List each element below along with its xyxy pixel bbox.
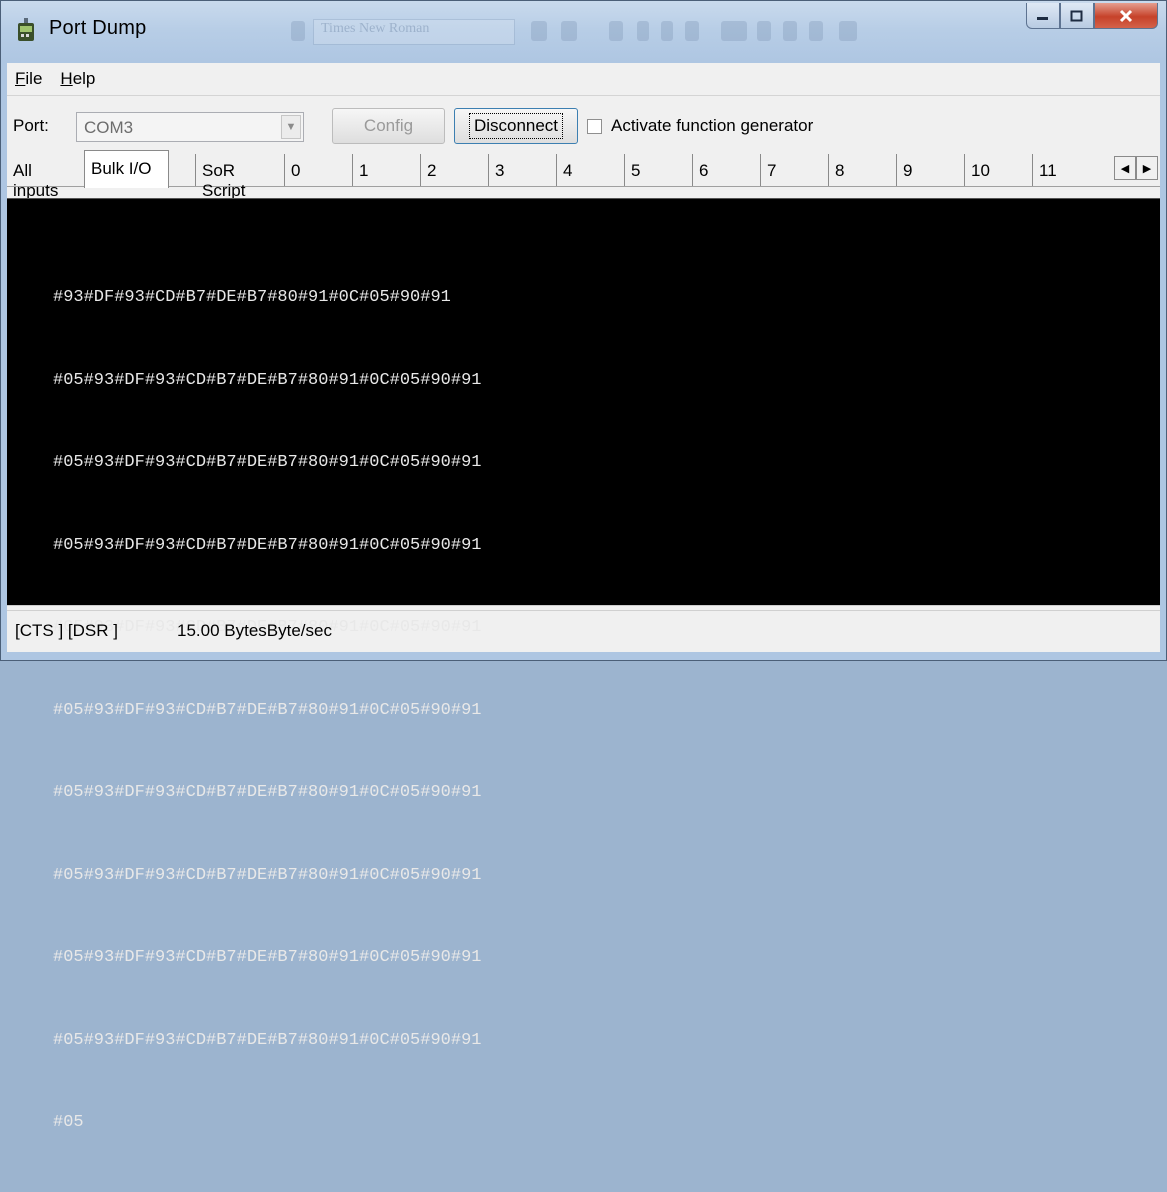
client-area: Port: COM3 ▼ Config Disconnect Activate … <box>7 96 1160 1132</box>
disconnect-button[interactable]: Disconnect <box>454 108 578 144</box>
bulk-io-output[interactable]: #93#DF#93#CD#B7#DE#B7#80#91#0C#05#90#91 … <box>7 198 1160 1132</box>
app-icon <box>15 17 37 43</box>
tab-0[interactable]: 0 <box>284 154 351 186</box>
scroll-left-icon[interactable]: ◀ <box>1114 156 1136 180</box>
output-line: #05#93#DF#93#CD#B7#DE#B7#80#91#0C#05#90#… <box>53 865 482 885</box>
scroll-right-icon[interactable]: ▶ <box>1136 156 1158 180</box>
chevron-down-icon[interactable]: ▼ <box>281 115 301 139</box>
tab-1[interactable]: 1 <box>352 154 419 186</box>
function-generator-checkbox[interactable] <box>587 119 602 134</box>
close-button[interactable] <box>1094 3 1158 29</box>
maximize-button[interactable] <box>1060 3 1094 29</box>
port-select-value: COM3 <box>84 118 134 137</box>
close-icon <box>1119 9 1133 22</box>
port-toolbar: Port: COM3 ▼ Config Disconnect Activate … <box>7 104 1160 144</box>
output-line: #05#93#DF#93#CD#B7#DE#B7#80#91#0C#05#90#… <box>53 948 482 967</box>
minimize-icon <box>1037 16 1048 20</box>
status-bar: [CTS ] [DSR ] 15.00 BytesByte/sec <box>7 610 1160 647</box>
menu-file[interactable]: File <box>15 69 42 89</box>
transfer-rate: 15.00 BytesByte/sec <box>177 621 332 640</box>
menu-file-mnemonic: F <box>15 69 26 88</box>
title-bar[interactable]: Port Dump Times New Roman <box>1 1 1166 59</box>
disconnect-button-label: Disconnect <box>468 113 564 139</box>
ghost-font-name: Times New Roman <box>321 21 430 36</box>
tab-10[interactable]: 10 <box>964 154 1031 186</box>
menu-help-label: elp <box>72 69 96 88</box>
tab-4[interactable]: 4 <box>556 154 623 186</box>
tab-8[interactable]: 8 <box>828 154 895 186</box>
tab-2[interactable]: 2 <box>420 154 487 186</box>
output-line: #05#93#DF#93#CD#B7#DE#B7#80#91#0C#05#90#… <box>53 1030 482 1050</box>
menu-bar: File Help <box>7 63 1160 96</box>
tab-5[interactable]: 5 <box>624 154 691 186</box>
output-line: #05 <box>53 1113 84 1132</box>
tab-bulk-io[interactable]: Bulk I/O <box>84 150 169 188</box>
output-line: #05#93#DF#93#CD#B7#DE#B7#80#91#0C#05#90#… <box>53 535 482 555</box>
output-lines: #93#DF#93#CD#B7#DE#B7#80#91#0C#05#90#91 … <box>53 229 481 1192</box>
menu-help[interactable]: Help <box>60 69 95 89</box>
port-select[interactable]: COM3 ▼ <box>76 112 304 142</box>
output-line: #05#93#DF#93#CD#B7#DE#B7#80#91#0C#05#90#… <box>53 783 482 802</box>
background-window-ghost: Times New Roman <box>291 15 981 47</box>
tab-3[interactable]: 3 <box>488 154 555 186</box>
tab-7[interactable]: 7 <box>760 154 827 186</box>
output-line: #05#93#DF#93#CD#B7#DE#B7#80#91#0C#05#90#… <box>53 370 482 390</box>
menu-file-label: ile <box>25 69 43 88</box>
port-label: Port: <box>13 116 49 135</box>
tab-11[interactable]: 11 <box>1032 154 1092 186</box>
tab-9[interactable]: 9 <box>896 154 963 186</box>
signal-status: [CTS ] [DSR ] <box>15 621 118 640</box>
tab-sor-script[interactable]: SoR Script <box>195 154 281 200</box>
caption-buttons <box>1026 3 1158 35</box>
maximize-icon <box>1070 10 1083 21</box>
tab-scroll-buttons: ◀ ▶ <box>1114 156 1158 180</box>
output-line: #05#93#DF#93#CD#B7#DE#B7#80#91#0C#05#90#… <box>53 700 482 720</box>
window-title: Port Dump <box>49 17 147 39</box>
minimize-button[interactable] <box>1026 3 1060 29</box>
port-dump-window: Port Dump Times New Roman File Help Port… <box>0 0 1167 1132</box>
output-line: #93#DF#93#CD#B7#DE#B7#80#91#0C#05#90#91 <box>53 288 451 307</box>
output-line: #05#93#DF#93#CD#B7#DE#B7#80#91#0C#05#90#… <box>53 453 482 472</box>
tab-strip: All inputs Bulk I/O SoR Script 0 1 2 3 4… <box>7 150 1160 200</box>
menu-help-mnemonic: H <box>60 69 73 88</box>
tab-6[interactable]: 6 <box>692 154 759 186</box>
config-button[interactable]: Config <box>332 108 445 144</box>
tab-all-inputs[interactable]: All inputs <box>7 154 78 200</box>
function-generator-label[interactable]: Activate function generator <box>611 116 813 136</box>
